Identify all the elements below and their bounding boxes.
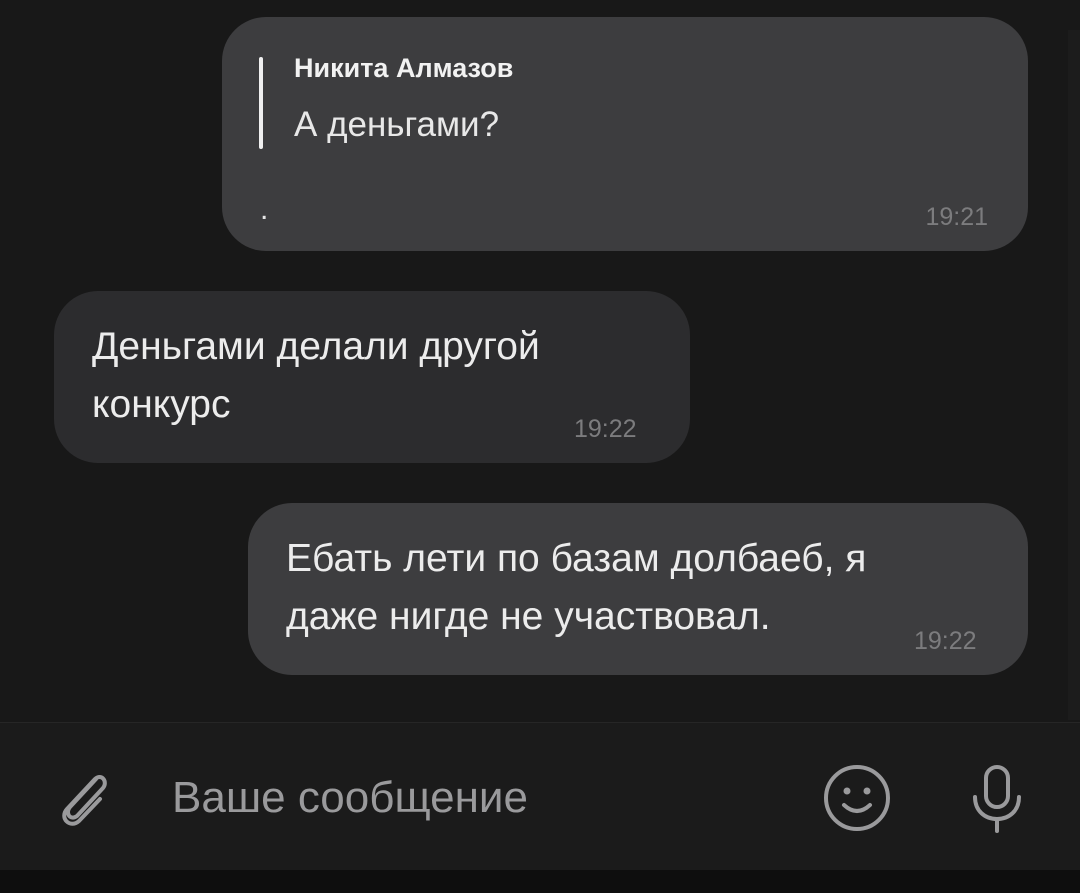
reply-text[interactable]: А деньгами? [294,105,499,145]
system-nav-strip [0,870,1080,893]
reply-quote-bar [259,57,263,149]
message-time: 19:21 [925,203,988,231]
message-input[interactable] [172,763,772,833]
message-line: даже нигде не участвовал. [286,595,771,638]
chat-screen: Никита Алмазов А деньгами? . 19:21 Деньг… [0,0,1080,893]
emoji-button[interactable] [820,761,894,835]
message-text: Ебать лети по базам долбаеб, я даже нигд… [286,530,866,646]
message-text: . [260,193,269,226]
message-bubble-incoming[interactable]: Деньгами делали другой конкурс 19:22 [54,291,690,463]
microphone-icon [973,765,1021,833]
message-line: Деньгами делали другой [92,325,540,368]
message-text: Деньгами делали другой конкурс [92,318,540,434]
message-bubble-outgoing[interactable]: Ебать лети по базам долбаеб, я даже нигд… [248,503,1028,675]
reply-author[interactable]: Никита Алмазов [294,53,513,84]
message-composer [0,722,1080,871]
message-bubble-outgoing[interactable]: Никита Алмазов А деньгами? . 19:21 [222,17,1028,251]
message-time: 19:22 [914,627,977,655]
voice-record-button[interactable] [960,759,1034,839]
message-list[interactable]: Никита Алмазов А деньгами? . 19:21 Деньг… [0,0,1070,722]
message-line: Ебать лети по базам долбаеб, я [286,537,867,580]
message-line: конкурс [92,383,231,426]
message-time: 19:22 [574,415,637,443]
paperclip-icon [62,775,107,826]
scroll-track[interactable] [1068,30,1080,720]
attach-button[interactable] [48,761,118,831]
emoji-icon [824,765,890,831]
